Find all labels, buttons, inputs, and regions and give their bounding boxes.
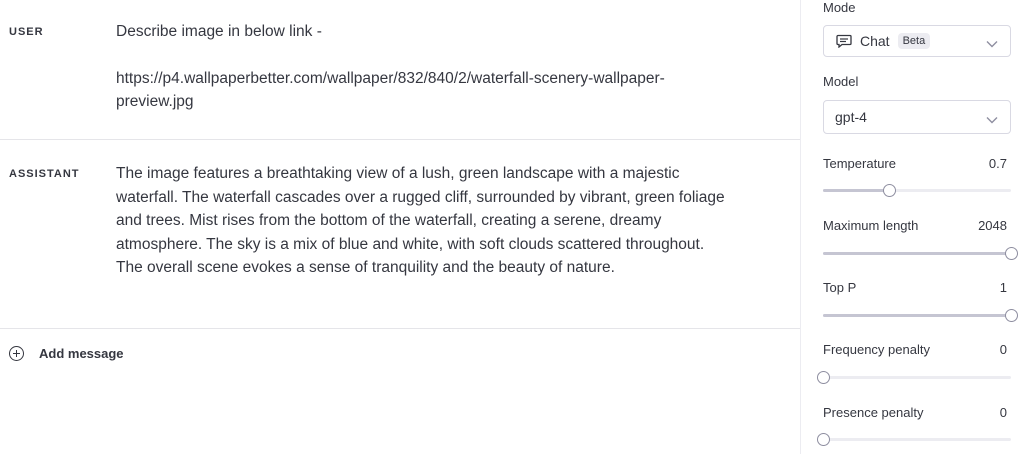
presence-penalty-slider[interactable]	[817, 433, 1011, 446]
temperature-value[interactable]: 0.7	[989, 156, 1007, 171]
mode-select[interactable]: Chat Beta	[823, 25, 1011, 57]
slider-track	[823, 438, 1011, 441]
user-role-label[interactable]: USER	[9, 26, 44, 38]
user-message[interactable]: USER Describe image in below link - http…	[0, 0, 800, 140]
assistant-message[interactable]: ASSISTANT The image features a breathtak…	[0, 140, 800, 329]
user-message-content[interactable]: Describe image in below link - https://p…	[116, 20, 736, 114]
model-label: Model	[823, 74, 859, 89]
presence-penalty-value[interactable]: 0	[1000, 405, 1007, 420]
top-p-value[interactable]: 1	[1000, 280, 1007, 295]
add-message-label: Add message	[39, 346, 124, 361]
chevron-down-icon	[986, 111, 998, 129]
model-select[interactable]: gpt-4	[823, 100, 1011, 134]
slider-thumb[interactable]	[1005, 309, 1018, 322]
beta-badge: Beta	[897, 33, 931, 49]
slider-thumb[interactable]	[1005, 247, 1018, 260]
user-message-link: https://p4.wallpaperbetter.com/wallpaper…	[116, 69, 665, 111]
slider-thumb[interactable]	[883, 184, 896, 197]
conversation-panel: USER Describe image in below link - http…	[0, 0, 800, 454]
slider-thumb[interactable]	[817, 371, 830, 384]
chat-bubble-icon	[836, 34, 852, 48]
slider-thumb[interactable]	[817, 433, 830, 446]
maximum-length-label: Maximum length	[823, 218, 919, 233]
maximum-length-value[interactable]: 2048	[978, 218, 1007, 233]
slider-track	[823, 376, 1011, 379]
frequency-penalty-value[interactable]: 0	[1000, 342, 1007, 357]
frequency-penalty-label: Frequency penalty	[823, 342, 930, 357]
model-value: gpt-4	[835, 109, 867, 125]
mode-value: Chat	[860, 33, 890, 49]
plus-circle-icon	[9, 346, 24, 361]
add-message-button[interactable]: Add message	[9, 346, 124, 361]
temperature-slider[interactable]	[823, 184, 1011, 197]
presence-penalty-label: Presence penalty	[823, 405, 924, 420]
slider-fill	[823, 314, 1011, 317]
temperature-label: Temperature	[823, 156, 896, 171]
assistant-role-label[interactable]: ASSISTANT	[9, 168, 80, 180]
top-p-slider[interactable]	[823, 309, 1018, 322]
chevron-down-icon	[986, 35, 998, 53]
user-message-line: Describe image in below link -	[116, 23, 322, 40]
slider-fill	[823, 252, 1011, 255]
top-p-label: Top P	[823, 280, 857, 295]
frequency-penalty-slider[interactable]	[817, 371, 1011, 384]
assistant-message-content[interactable]: The image features a breathtaking view o…	[116, 162, 731, 280]
mode-label: Mode	[823, 0, 856, 15]
maximum-length-slider[interactable]	[823, 247, 1018, 260]
slider-fill	[823, 189, 889, 192]
